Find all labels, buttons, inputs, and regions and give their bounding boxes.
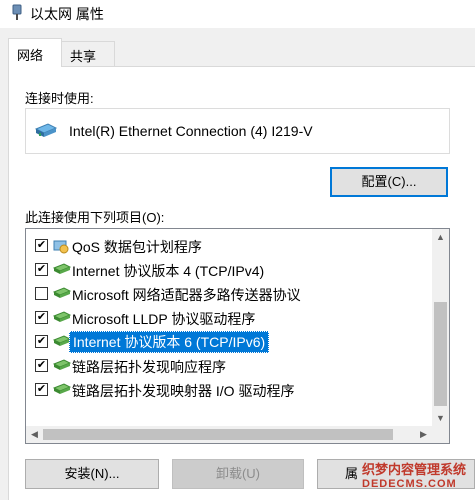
protocol-icon: [53, 311, 71, 322]
list-item-lltd-responder[interactable]: ✔ 链路层拓扑发现响应程序: [26, 354, 430, 378]
scroll-up-arrow-icon[interactable]: ▲: [432, 229, 449, 246]
ethernet-adapter-icon: [35, 123, 57, 137]
list-item-label: QoS 数据包计划程序: [72, 239, 202, 255]
list-item-lldp[interactable]: ✔ Microsoft LLDP 协议驱动程序: [26, 306, 430, 330]
watermark: 织梦内容管理系统 DEDECMS.COM: [362, 463, 475, 490]
protocol-icon: [53, 383, 71, 394]
checkbox-lldp[interactable]: ✔: [35, 311, 48, 324]
connect-using-label: 连接时使用:: [25, 91, 94, 106]
items-list[interactable]: ✔ QoS 数据包计划程序 ✔ Internet 协议版本 4 (TCP/IPv…: [25, 228, 450, 444]
vertical-scrollbar[interactable]: ▲ ▼: [432, 229, 449, 427]
scroll-left-arrow-icon[interactable]: ◀: [26, 426, 43, 443]
checkbox-ipv6[interactable]: ✔: [35, 335, 48, 348]
scrollbar-corner: [432, 426, 449, 443]
horizontal-scrollbar[interactable]: ◀ ▶: [26, 426, 432, 443]
checkbox-ipv4[interactable]: ✔: [35, 263, 48, 276]
tab-network-label: 网络: [17, 48, 44, 63]
qos-icon: [53, 240, 69, 254]
items-label: 此连接使用下列项目(O):: [25, 210, 165, 225]
watermark-text-cn: 织梦内容管理系统: [362, 462, 467, 477]
checkbox-lltd-responder[interactable]: ✔: [35, 359, 48, 372]
list-item-label: Microsoft 网络适配器多路传送器协议: [72, 287, 301, 303]
horizontal-scroll-thumb[interactable]: [43, 429, 393, 440]
protocol-icon: [53, 263, 71, 274]
tab-sharing-label: 共享: [70, 49, 97, 64]
list-item-label: 链路层拓扑发现映射器 I/O 驱动程序: [72, 383, 295, 399]
configure-button[interactable]: 配置(C)...: [330, 167, 448, 197]
adapter-name: Intel(R) Ethernet Connection (4) I219-V: [69, 123, 313, 139]
list-item-label: Internet 协议版本 4 (TCP/IPv4): [72, 263, 265, 279]
checkbox-multiplexor[interactable]: [35, 287, 48, 300]
protocol-icon: [53, 359, 71, 370]
install-button[interactable]: 安装(N)...: [25, 459, 159, 489]
list-item-ipv6[interactable]: ✔ Internet 协议版本 6 (TCP/IPv6): [26, 330, 430, 354]
uninstall-button[interactable]: 卸载(U): [172, 459, 304, 489]
tab-network[interactable]: 网络: [8, 38, 62, 67]
list-item-label-selected: Internet 协议版本 6 (TCP/IPv6): [69, 331, 270, 353]
list-item-label: 链路层拓扑发现响应程序: [72, 359, 226, 375]
list-item-qos[interactable]: ✔ QoS 数据包计划程序: [26, 234, 430, 258]
list-item-multiplexor[interactable]: Microsoft 网络适配器多路传送器协议: [26, 282, 430, 306]
network-adapter-icon: [12, 4, 22, 20]
list-item-ipv4[interactable]: ✔ Internet 协议版本 4 (TCP/IPv4): [26, 258, 430, 282]
vertical-scroll-thumb[interactable]: [434, 302, 447, 406]
protocol-icon: [53, 287, 71, 298]
scroll-right-arrow-icon[interactable]: ▶: [415, 426, 432, 443]
checkbox-lltd-mapper[interactable]: ✔: [35, 383, 48, 396]
tab-sharing[interactable]: 共享: [61, 41, 115, 66]
list-item-label: Microsoft LLDP 协议驱动程序: [72, 311, 256, 327]
title-bar: 以太网 属性: [0, 0, 475, 28]
list-item-lltd-mapper[interactable]: ✔ 链路层拓扑发现映射器 I/O 驱动程序: [26, 378, 430, 402]
watermark-text-en: DEDECMS.COM: [362, 478, 457, 490]
adapter-box: Intel(R) Ethernet Connection (4) I219-V: [25, 108, 450, 154]
window-title: 以太网 属性: [30, 6, 104, 22]
checkbox-qos[interactable]: ✔: [35, 239, 48, 252]
scroll-down-arrow-icon[interactable]: ▼: [432, 410, 449, 427]
